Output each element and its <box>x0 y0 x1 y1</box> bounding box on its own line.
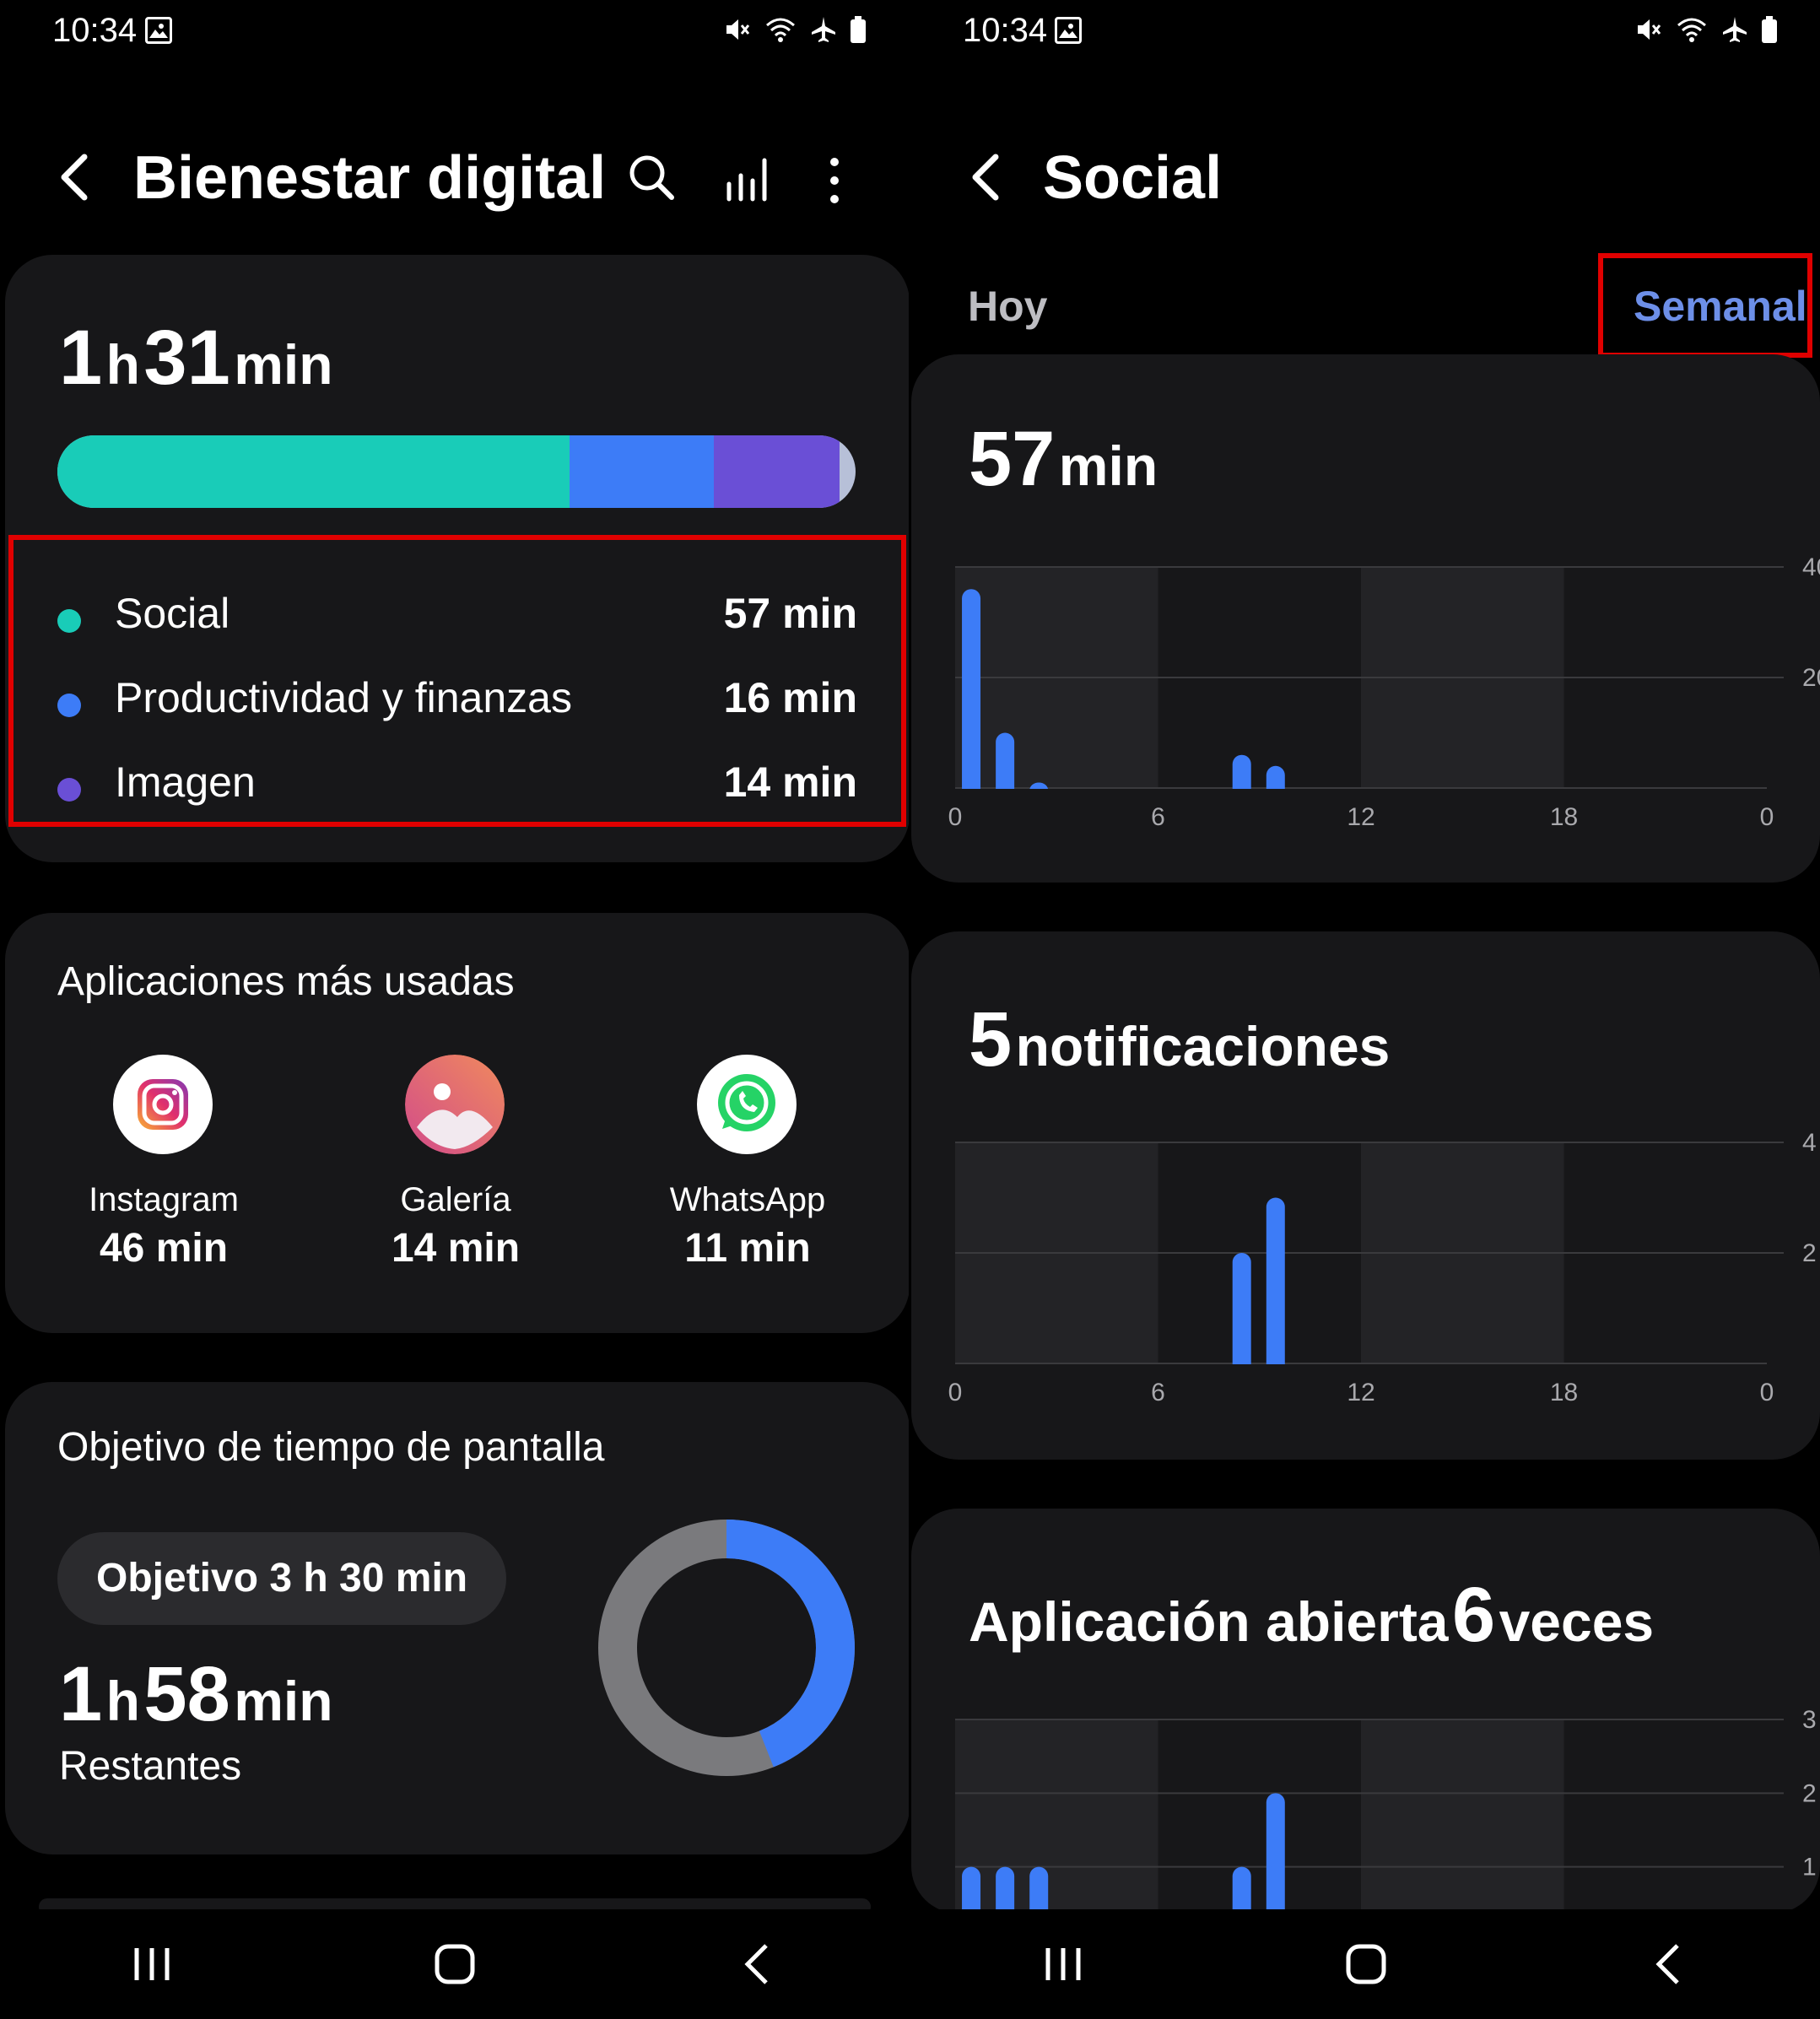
status-time: 10:34 <box>52 12 138 49</box>
app-opened-chart: 3 2 1 <box>955 1706 1817 1914</box>
bar <box>962 589 981 798</box>
chart-band <box>955 1719 1158 1914</box>
goal-chip: Objetivo 3 h 30 min <box>57 1532 507 1625</box>
app-time: 11 min <box>684 1226 811 1271</box>
total-usage: 1 h 31 min <box>59 315 333 401</box>
app-name: Instagram <box>89 1181 239 1218</box>
app-whatsapp[interactable] <box>697 1055 797 1154</box>
screen-time-goal-card[interactable]: Objetivo de tiempo de pantalla Objetivo … <box>5 1382 909 1854</box>
wifi-icon <box>1677 18 1706 42</box>
bar <box>962 1866 981 1914</box>
wifi-icon <box>766 18 795 42</box>
battery-icon <box>851 16 866 43</box>
instagram-icon <box>138 1079 188 1130</box>
nav-back-icon[interactable] <box>732 1939 783 1989</box>
highlight-box <box>8 535 906 827</box>
app-gallery[interactable] <box>405 1055 505 1154</box>
bar <box>1266 1793 1285 1914</box>
status-icons <box>723 15 867 44</box>
gallery-icon <box>405 1055 505 1154</box>
bar <box>1029 1866 1049 1914</box>
navigation-bar <box>911 1909 1820 2019</box>
remaining-time: 1 h 58 min <box>59 1651 333 1737</box>
app-time: 46 min <box>99 1226 229 1271</box>
status-icons <box>1634 15 1778 44</box>
y-tick-label: 2 <box>1802 1239 1817 1267</box>
bar <box>996 1866 1015 1914</box>
category-usage-bar <box>57 435 856 508</box>
x-tick-label: 6 <box>1151 1379 1165 1406</box>
image-notification-icon <box>1055 17 1082 44</box>
social-category-screen: 10:34 Social Hoy Semanal 57 min 40 min20… <box>911 0 1820 2019</box>
usage-bar-segment <box>713 435 840 508</box>
recent-apps-icon[interactable] <box>127 1943 177 1985</box>
notifications-chart: 4 2 0 6 12 18 0 <box>947 1129 1817 1406</box>
search-icon[interactable] <box>626 152 677 202</box>
airplane-icon <box>812 17 835 42</box>
bar <box>996 732 1015 798</box>
app-time: 14 min <box>391 1226 521 1271</box>
back-icon[interactable] <box>57 154 91 201</box>
chart-band <box>1361 1719 1564 1914</box>
bar <box>1266 1197 1285 1374</box>
more-options-icon[interactable] <box>822 155 847 206</box>
nav-back-icon[interactable] <box>1644 1939 1694 1989</box>
digital-wellbeing-screen: 10:34 Bienestar digital 1 h 31 min Socia… <box>0 0 909 2019</box>
top-apps-card: Aplicaciones más usadas Instagram 46 min… <box>5 913 909 1333</box>
status-time: 10:34 <box>963 12 1048 49</box>
app-name: Galería <box>400 1181 511 1218</box>
back-icon[interactable] <box>969 154 1002 201</box>
x-tick-label: 0 <box>948 1379 963 1406</box>
home-icon[interactable] <box>1341 1939 1391 1989</box>
app-name: WhatsApp <box>669 1181 826 1218</box>
x-tick-label: 18 <box>1550 803 1578 831</box>
tab-today[interactable]: Hoy <box>968 282 1047 331</box>
y-tick-label: 1 <box>1802 1854 1817 1881</box>
page-title: Bienestar digital <box>133 144 607 212</box>
battery-icon <box>1762 16 1777 43</box>
navigation-bar <box>0 1909 909 2019</box>
remaining-label: Restantes <box>59 1744 242 1789</box>
mute-icon <box>726 19 750 40</box>
x-tick-label: 0 <box>1760 1379 1774 1406</box>
app-opened-card: Aplicación abierta 6 veces 321 <box>911 1509 1820 1914</box>
notifications-card: 5 notificaciones 4 2 0 6 12 18 0 <box>911 931 1820 1460</box>
usage-bar-segment <box>570 435 714 508</box>
chart-icon[interactable] <box>724 155 771 202</box>
usage-bar-segment <box>57 435 570 508</box>
home-icon[interactable] <box>429 1939 480 1989</box>
y-tick-label: 20 min <box>1802 664 1820 692</box>
bar <box>1232 1253 1251 1374</box>
y-tick-label: 4 <box>1802 1129 1817 1157</box>
image-notification-icon <box>145 17 172 44</box>
x-tick-label: 0 <box>1760 803 1774 831</box>
y-tick-label: 3 <box>1802 1706 1817 1734</box>
mute-icon <box>1638 19 1661 40</box>
y-tick-label: 2 <box>1802 1779 1817 1807</box>
x-tick-label: 12 <box>1347 803 1374 831</box>
airplane-icon <box>1723 17 1747 42</box>
usage-time-card: 57 min 40 min20 min0612180 <box>911 354 1820 883</box>
x-tick-label: 18 <box>1550 1379 1578 1406</box>
goal-title: Objetivo de tiempo de pantalla <box>57 1425 605 1470</box>
y-tick-label: 40 min <box>1802 553 1820 581</box>
x-tick-label: 6 <box>1151 803 1165 831</box>
recent-apps-icon[interactable] <box>1038 1943 1088 1985</box>
goal-progress-ring <box>598 1520 855 1776</box>
bar <box>1232 1866 1251 1914</box>
whatsapp-icon <box>718 1074 775 1131</box>
top-apps-title: Aplicaciones más usadas <box>57 959 515 1004</box>
usage-time-chart: 40 min 20 min 0 6 12 18 0 <box>947 553 1820 831</box>
app-instagram[interactable] <box>113 1055 213 1154</box>
x-tick-label: 12 <box>1347 1379 1374 1406</box>
x-tick-label: 0 <box>948 803 963 831</box>
page-title: Social <box>1043 144 1223 212</box>
highlight-box <box>1598 253 1812 358</box>
